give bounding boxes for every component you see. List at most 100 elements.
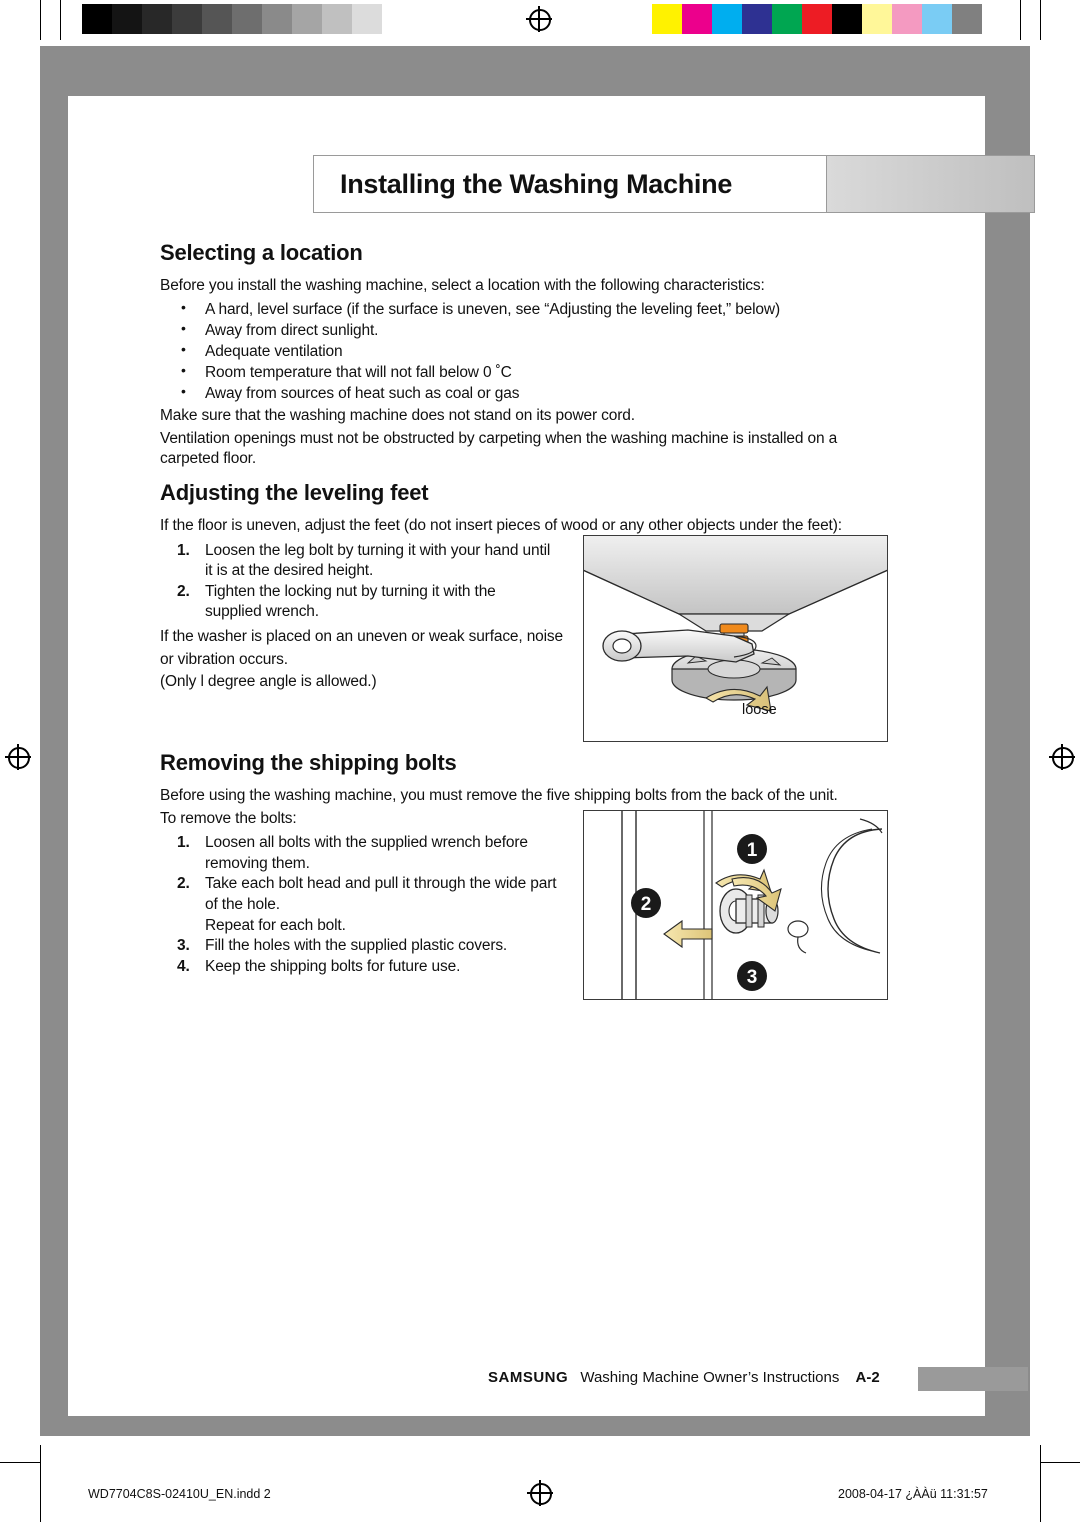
grayscale-swatch <box>172 4 202 34</box>
grayscale-swatch <box>262 4 292 34</box>
crop-mark <box>1020 0 1021 40</box>
step-text: Fill the holes with the supplied plastic… <box>205 937 508 955</box>
color-swatch <box>652 4 682 34</box>
list-item: 4. Keep the shipping bolts for future us… <box>160 957 580 978</box>
section-intro-line1: Before using the washing machine, you mu… <box>160 787 838 804</box>
grayscale-swatch <box>82 4 112 34</box>
section-heading: Removing the shipping bolts <box>160 750 457 775</box>
footer-line: SAMSUNG Washing Machine Owner’s Instruct… <box>488 1369 880 1386</box>
degree-angle-note: (Only l degree angle is allowed.) <box>160 673 377 691</box>
section-intro: If the floor is uneven, adjust the feet … <box>160 517 842 534</box>
color-swatch <box>862 4 892 34</box>
step-subtext: of the hole. <box>205 896 280 914</box>
crop-mark <box>1040 0 1041 40</box>
list-item: 1. Loosen all bolts with the supplied wr… <box>160 833 580 874</box>
list-item: Adequate ventilation <box>160 340 900 362</box>
color-swatch <box>682 4 712 34</box>
section-adjusting-the-leveling-feet: Adjusting the leveling feet If the floor… <box>160 480 842 695</box>
crop-mark <box>40 0 41 40</box>
step-number: 1. <box>177 541 190 559</box>
print-registration-bar <box>0 0 1080 40</box>
step-number: 2. <box>177 875 190 893</box>
list-item: A hard, level surface (if the surface is… <box>160 298 900 320</box>
shipping-bolt-steps: 1. Loosen all bolts with the supplied wr… <box>160 833 580 977</box>
figure-badge-2: 2 <box>641 894 652 915</box>
print-filename: WD7704C8S-02410U_EN.indd 2 <box>88 1487 271 1501</box>
step-subtext: it is at the desired height. <box>205 562 374 580</box>
step-subtext: removing them. <box>205 854 310 872</box>
list-item: Away from direct sunlight. <box>160 319 900 341</box>
color-swatch <box>892 4 922 34</box>
step-text: Tighten the locking nut by turning it wi… <box>205 582 496 600</box>
footer-gray-block <box>918 1367 1028 1391</box>
power-cord-note: Make sure that the washing machine does … <box>160 407 635 424</box>
page-content: Selecting a location Before you install … <box>160 240 900 975</box>
list-item: Away from sources of heat such as coal o… <box>160 382 900 404</box>
list-item: 2. Tighten the locking nut by turning it… <box>160 582 580 623</box>
color-swatch <box>772 4 802 34</box>
crop-mark <box>0 1462 40 1463</box>
step-number: 4. <box>177 957 190 975</box>
leveling-feet-illustration <box>584 536 887 712</box>
color-swatch <box>802 4 832 34</box>
list-item: Room temperature that will not fall belo… <box>160 361 900 383</box>
section-heading: Selecting a location <box>160 240 363 265</box>
registration-mark-left <box>5 744 31 770</box>
step-number: 2. <box>177 582 190 600</box>
grayscale-swatch <box>352 4 382 34</box>
grayscale-swatch <box>292 4 322 34</box>
figure-shipping-bolts: 1 2 3 <box>583 810 888 1000</box>
footer-subtitle: Washing Machine Owner’s Instructions <box>580 1369 840 1386</box>
grayscale-swatch <box>322 4 352 34</box>
ventilation-note: Ventilation openings must not be obstruc… <box>160 429 838 468</box>
step-text: Keep the shipping bolts for future use. <box>205 957 461 975</box>
figure-badge-1: 1 <box>747 840 758 861</box>
grayscale-swatch <box>382 4 412 34</box>
print-timestamp: 2008-04-17 ¿ÀÀü 11:31:57 <box>838 1487 988 1501</box>
list-item: 2. Take each bolt head and pull it throu… <box>160 874 580 936</box>
characteristics-list: A hard, level surface (if the surface is… <box>160 298 900 404</box>
crop-mark <box>40 1445 41 1522</box>
step-text: Loosen all bolts with the supplied wrenc… <box>205 834 528 852</box>
step-text: Take each bolt head and pull it through … <box>205 875 557 893</box>
step-number: 1. <box>177 834 190 852</box>
section-selecting-a-location: Selecting a location Before you install … <box>160 240 900 470</box>
color-swatch <box>742 4 772 34</box>
crop-mark <box>1040 1462 1080 1463</box>
step-text: Loosen the leg bolt by turning it with y… <box>205 541 551 559</box>
figure-badge-3: 3 <box>747 967 758 988</box>
crop-mark <box>60 0 61 40</box>
color-swatch <box>922 4 952 34</box>
vibration-note-line1: If the washer is placed on an uneven or … <box>160 628 564 646</box>
page-footer: SAMSUNG Washing Machine Owner’s Instruct… <box>488 1367 1028 1393</box>
section-intro: Before you install the washing machine, … <box>160 277 765 294</box>
step-subtext-2: Repeat for each bolt. <box>205 916 346 934</box>
color-swatch <box>832 4 862 34</box>
list-item: 3. Fill the holes with the supplied plas… <box>160 936 580 957</box>
vibration-note-line2: or vibration occurs. <box>160 650 288 668</box>
color-swatch-strip <box>652 4 982 34</box>
registration-mark-right <box>1049 744 1075 770</box>
grayscale-swatch <box>232 4 262 34</box>
step-number: 3. <box>177 937 190 955</box>
grayscale-swatch <box>112 4 142 34</box>
chapter-title-band: Installing the Washing Machine <box>313 155 1035 213</box>
list-item: 1. Loosen the leg bolt by turning it wit… <box>160 541 580 582</box>
chapter-title: Installing the Washing Machine <box>340 169 733 199</box>
grayscale-swatch <box>142 4 172 34</box>
figure-caption-loose: loose <box>742 702 777 718</box>
shipping-bolts-illustration: 1 2 3 <box>621 811 883 999</box>
leveling-steps: 1. Loosen the leg bolt by turning it wit… <box>160 541 580 623</box>
crop-mark <box>1040 1445 1041 1522</box>
section-heading: Adjusting the leveling feet <box>160 480 429 505</box>
grayscale-swatch <box>202 4 232 34</box>
figure-leveling-feet: loose <box>583 535 888 742</box>
brand-logo: SAMSUNG <box>488 1369 569 1386</box>
grayscale-swatch-strip <box>82 4 412 34</box>
step-subtext: supplied wrench. <box>205 603 319 621</box>
color-swatch <box>712 4 742 34</box>
color-swatch <box>952 4 982 34</box>
registration-mark-bottom <box>527 1480 553 1506</box>
page-number: A-2 <box>855 1369 880 1386</box>
registration-mark-top <box>526 6 552 32</box>
